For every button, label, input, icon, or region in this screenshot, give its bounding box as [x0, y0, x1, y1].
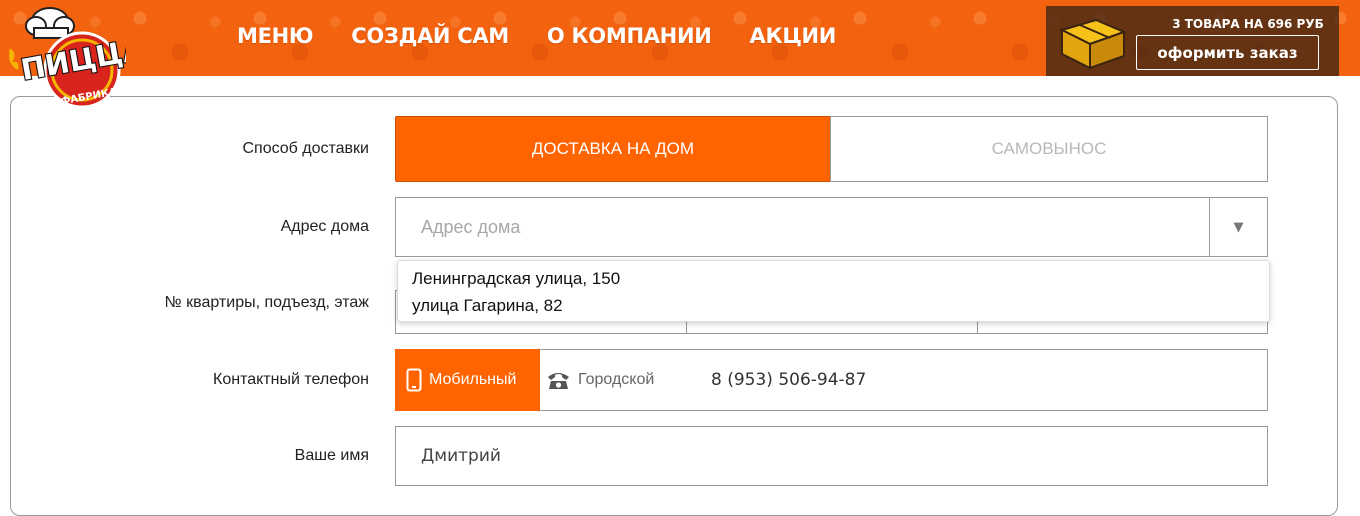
- suggestion-item[interactable]: улица Гагарина, 82: [412, 296, 563, 316]
- nav-item-menu[interactable]: МЕНЮ: [237, 24, 314, 48]
- phone-type-landline-label: Городской: [578, 371, 655, 388]
- phone-type-landline[interactable]: Городской: [540, 349, 687, 411]
- name-label: Ваше имя: [294, 447, 369, 464]
- address-input[interactable]: [396, 198, 1210, 256]
- address-label: Адрес дома: [280, 218, 369, 235]
- suggestion-item[interactable]: Ленинградская улица, 150: [412, 269, 620, 289]
- site-header: МЕНЮ СОЗДАЙ САМ О КОМПАНИИ АКЦИИ 3 ТОВАР…: [0, 0, 1360, 76]
- delivery-home-option[interactable]: ДОСТАВКА НА ДОМ: [395, 116, 831, 182]
- landline-phone-icon: [548, 373, 569, 389]
- main-nav: МЕНЮ СОЗДАЙ САМ О КОМПАНИИ АКЦИИ: [237, 24, 874, 48]
- address-suggestions: Ленинградская улица, 150 улица Гагарина,…: [397, 260, 1270, 322]
- nav-item-about[interactable]: О КОМПАНИИ: [547, 24, 712, 48]
- checkout-button[interactable]: оформить заказ: [1136, 35, 1319, 70]
- delivery-method-label: Способ доставки: [242, 140, 369, 157]
- cart-widget: 3 ТОВАРА НА 696 РУБ оформить заказ: [1046, 6, 1339, 76]
- name-input[interactable]: [395, 426, 1268, 486]
- address-combobox: ▼: [395, 197, 1268, 257]
- phone-input[interactable]: [686, 349, 1268, 411]
- pickup-option[interactable]: САМОВЫНОС: [830, 116, 1268, 182]
- mobile-phone-icon: [406, 368, 422, 392]
- phone-label: Контактный телефон: [213, 371, 369, 388]
- apartment-label: № квартиры, подъезд, этаж: [164, 294, 369, 311]
- phone-type-mobile[interactable]: Мобильный: [395, 349, 541, 411]
- pizza-box-icon[interactable]: [1056, 14, 1128, 72]
- brand-logo[interactable]: ПИЦЦА ФАБРИКА: [6, 4, 126, 110]
- nav-item-promotions[interactable]: АКЦИИ: [750, 24, 837, 48]
- triangle-down-icon[interactable]: ▼: [1209, 198, 1267, 256]
- cart-summary: 3 ТОВАРА НА 696 РУБ: [1172, 17, 1324, 31]
- phone-type-mobile-label: Мобильный: [429, 371, 517, 388]
- nav-item-create[interactable]: СОЗДАЙ САМ: [351, 24, 509, 48]
